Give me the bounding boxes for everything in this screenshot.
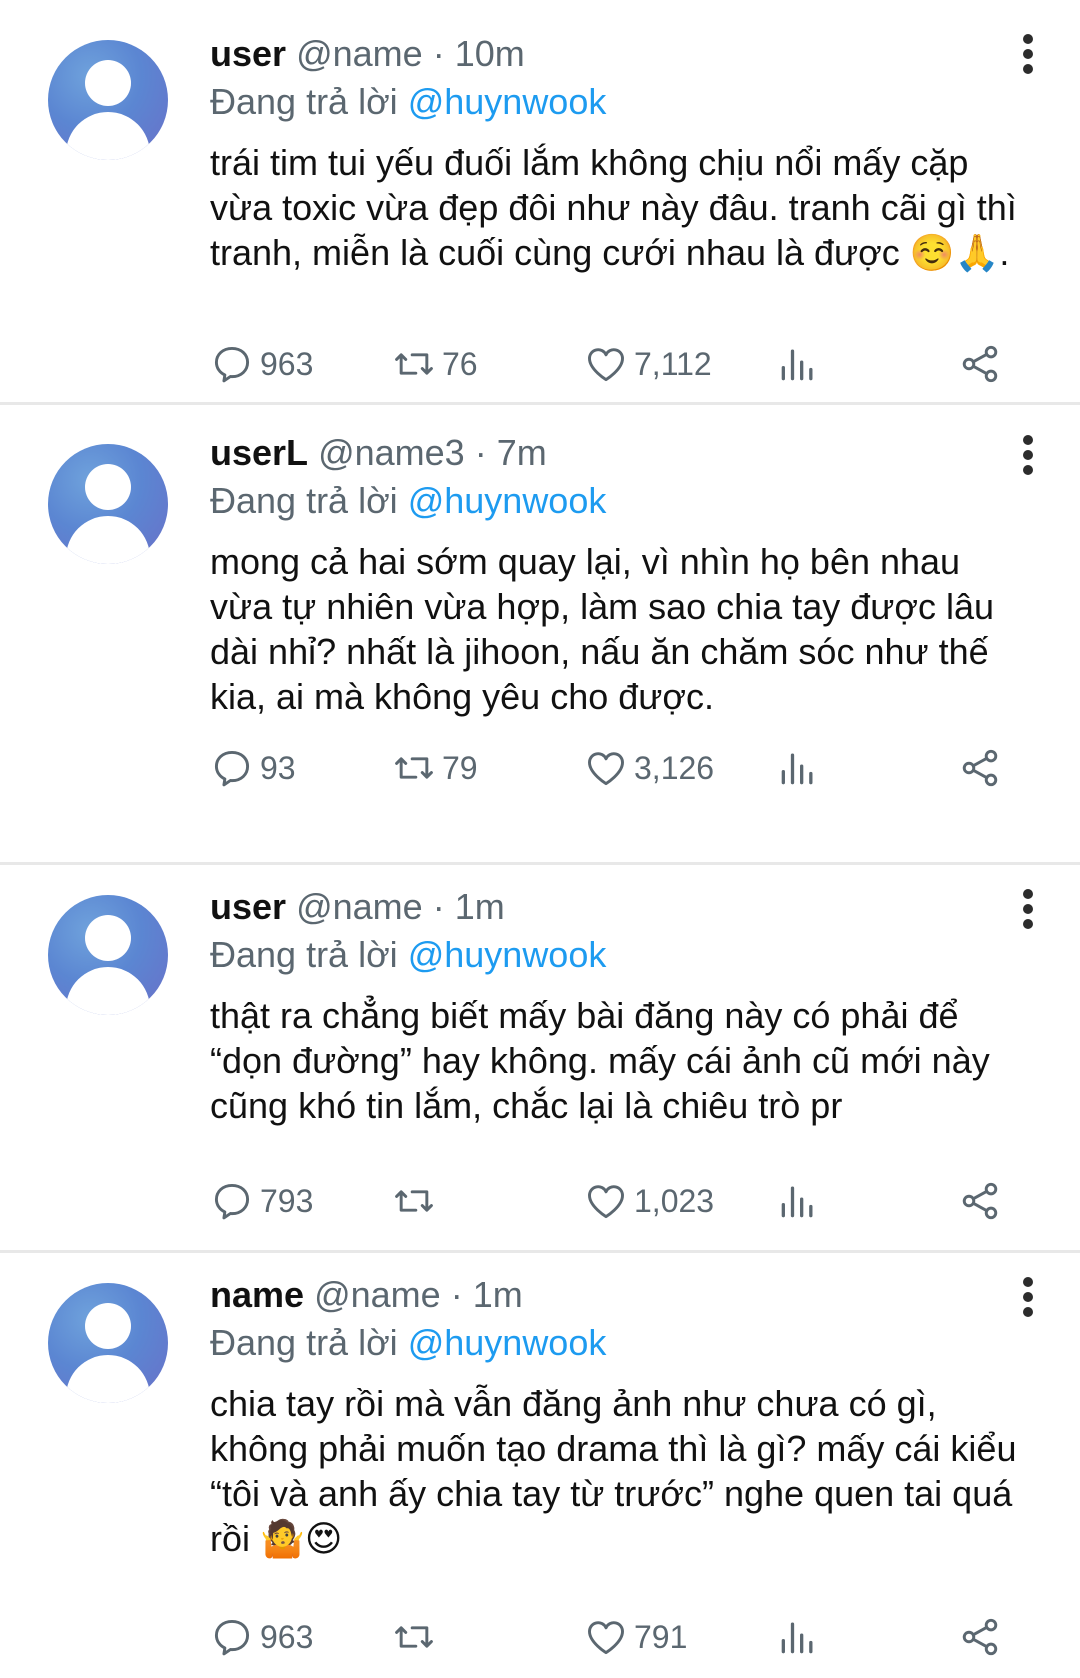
tweet-text: trái tim tui yếu đuối lắm không chịu nổi… (210, 142, 1027, 273)
views-button[interactable] (776, 1177, 820, 1225)
avatar[interactable] (48, 40, 168, 160)
avatar[interactable] (48, 1283, 168, 1403)
user-handle[interactable]: @name (314, 1274, 441, 1315)
reply-count: 93 (260, 749, 296, 786)
like-count: 791 (634, 1618, 688, 1655)
bar-chart-icon (781, 1622, 813, 1654)
retweet-button[interactable]: 76 (392, 340, 478, 388)
tweet[interactable]: userL @name3 · 7m Đang trả lời @huynwook… (0, 405, 1080, 806)
like-button[interactable]: 791 (584, 1613, 687, 1661)
mention-link[interactable]: @huynwook (408, 480, 607, 521)
retweet-icon (395, 353, 433, 375)
action-bar: 793 1,023 (210, 1177, 1030, 1225)
bar-chart-icon (781, 1186, 813, 1218)
tweet-header: userL @name3 · 7m (210, 431, 1030, 475)
reply-icon (214, 1183, 250, 1220)
retweet-icon (395, 757, 433, 779)
share-button[interactable] (958, 340, 1002, 388)
timestamp[interactable]: 1m (473, 1274, 523, 1315)
like-button[interactable]: 3,126 (584, 744, 714, 792)
replying-prefix: Đang trả lời (210, 1322, 398, 1363)
share-button[interactable] (958, 744, 1002, 792)
replying-to: Đang trả lời @huynwook (210, 80, 1030, 124)
tweet-text: chia tay rồi mà vẫn đăng ảnh như chưa có… (210, 1383, 1027, 1559)
avatar[interactable] (48, 444, 168, 564)
user-handle[interactable]: @name (296, 886, 423, 927)
views-button[interactable] (776, 1613, 820, 1661)
user-handle[interactable]: @name (296, 33, 423, 74)
timestamp[interactable]: 1m (455, 886, 505, 927)
separator: · (450, 1274, 463, 1315)
like-count: 3,126 (634, 749, 715, 786)
action-bar: 963 791 (210, 1613, 1030, 1661)
display-name[interactable]: name (210, 1274, 304, 1315)
replying-to: Đang trả lời @huynwook (210, 933, 1030, 977)
heart-icon (588, 348, 624, 382)
heart-icon (588, 1621, 624, 1655)
action-bar: 963 76 7,112 (210, 340, 1030, 388)
replying-to: Đang trả lời @huynwook (210, 1321, 1030, 1365)
retweet-button[interactable]: 79 (392, 744, 478, 792)
retweet-button[interactable] (392, 1177, 442, 1225)
bar-chart-icon (781, 753, 813, 785)
reply-icon (214, 750, 250, 787)
share-icon (962, 1182, 998, 1220)
retweet-count: 79 (442, 749, 478, 786)
tweet-text: thật ra chẳng biết mấy bài đăng này có p… (210, 995, 1000, 1126)
display-name[interactable]: user (210, 886, 286, 927)
retweet-button[interactable] (392, 1613, 442, 1661)
replying-prefix: Đang trả lời (210, 480, 398, 521)
replying-prefix: Đang trả lời (210, 934, 398, 975)
replying-prefix: Đang trả lời (210, 81, 398, 122)
share-icon (962, 1618, 998, 1656)
retweet-icon (395, 1190, 433, 1212)
reply-button[interactable]: 793 (210, 1177, 313, 1225)
action-bar: 93 79 3,126 (210, 744, 1030, 792)
like-count: 1,023 (634, 1182, 715, 1219)
tweet-header: name @name · 1m (210, 1273, 1030, 1317)
replying-to: Đang trả lời @huynwook (210, 479, 1030, 523)
tweet-text: mong cả hai sớm quay lại, vì nhìn họ bên… (210, 541, 1004, 717)
reply-button[interactable]: 963 (210, 1613, 313, 1661)
retweet-icon (395, 1626, 433, 1648)
timestamp[interactable]: 7m (497, 432, 547, 473)
share-icon (962, 749, 998, 787)
avatar[interactable] (48, 895, 168, 1015)
timestamp[interactable]: 10m (455, 33, 525, 74)
separator: · (432, 33, 445, 74)
user-handle[interactable]: @name3 (318, 432, 465, 473)
mention-link[interactable]: @huynwook (408, 1322, 607, 1363)
tweet-header: user @name · 1m (210, 885, 1030, 929)
separator: · (432, 886, 445, 927)
reply-count: 963 (260, 345, 314, 382)
display-name[interactable]: user (210, 33, 286, 74)
retweet-count: 76 (442, 345, 478, 382)
mention-link[interactable]: @huynwook (408, 81, 607, 122)
heart-icon (588, 1185, 624, 1219)
reply-icon (214, 1619, 250, 1656)
reply-icon (214, 346, 250, 383)
reply-button[interactable]: 93 (210, 744, 296, 792)
share-button[interactable] (958, 1177, 1002, 1225)
tweet[interactable]: user @name · 10m Đang trả lời @huynwook … (0, 0, 1080, 402)
tweet-header: user @name · 10m (210, 32, 1030, 76)
reply-button[interactable]: 963 (210, 340, 313, 388)
share-icon (962, 345, 998, 383)
heart-icon (588, 752, 624, 786)
tweet[interactable]: user @name · 1m Đang trả lời @huynwook t… (0, 865, 1080, 1251)
like-button[interactable]: 1,023 (584, 1177, 714, 1225)
separator: · (474, 432, 487, 473)
reply-count: 963 (260, 1618, 314, 1655)
like-button[interactable]: 7,112 (584, 340, 712, 388)
share-button[interactable] (958, 1613, 1002, 1661)
tweet[interactable]: name @name · 1m Đang trả lời @huynwook c… (0, 1253, 1080, 1678)
reply-count: 793 (260, 1182, 314, 1219)
views-button[interactable] (776, 340, 820, 388)
views-button[interactable] (776, 744, 820, 792)
like-count: 7,112 (634, 345, 712, 382)
bar-chart-icon (781, 349, 813, 381)
mention-link[interactable]: @huynwook (408, 934, 607, 975)
display-name[interactable]: userL (210, 432, 308, 473)
